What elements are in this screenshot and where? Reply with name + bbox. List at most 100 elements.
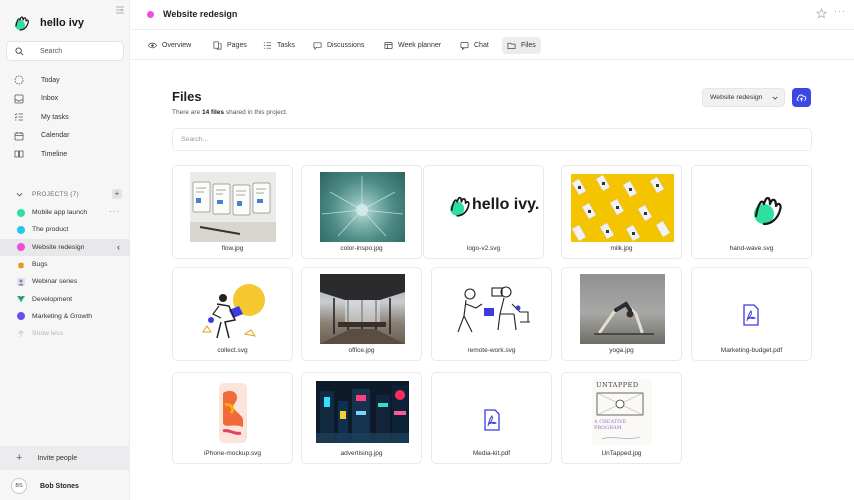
file-card-flow[interactable]: flow.jpg bbox=[172, 165, 293, 259]
show-less-toggle[interactable]: Show less bbox=[0, 325, 130, 342]
files-search-placeholder: Search... bbox=[181, 136, 209, 143]
file-card-media-kit[interactable]: Media-kit.pdf bbox=[431, 372, 552, 464]
sidebar-item-inbox[interactable]: Inbox bbox=[0, 90, 130, 109]
file-thumbnail: hello ivy. bbox=[432, 188, 542, 220]
tab-week-planner[interactable]: Week planner bbox=[379, 37, 446, 54]
file-card-milk[interactable]: milk.jpg bbox=[561, 165, 682, 259]
project-color-dot bbox=[17, 243, 25, 252]
project-label: Development bbox=[32, 295, 73, 303]
subtitle-prefix: There are bbox=[172, 109, 202, 116]
project-item-webinar-series[interactable]: Webinar series bbox=[0, 273, 130, 290]
file-card-untapped[interactable]: UNTAPPED A CREATIVE PROGRAM UnTapped.jpg bbox=[561, 372, 682, 464]
file-name: Marketing-budget.pdf bbox=[720, 347, 783, 354]
sidebar-search[interactable]: Search bbox=[6, 41, 124, 61]
tab-files[interactable]: Files bbox=[502, 37, 541, 54]
plus-icon: + bbox=[16, 451, 23, 464]
arrow-up-icon bbox=[18, 330, 24, 337]
sidebar-item-label: Timeline bbox=[41, 150, 68, 158]
file-thumbnail bbox=[457, 286, 530, 333]
project-header: Website redesign ··· bbox=[131, 0, 854, 30]
file-card-yoga[interactable]: yoga.jpg bbox=[561, 267, 682, 361]
tab-label: Tasks bbox=[277, 42, 295, 49]
file-name: UnTapped.jpg bbox=[601, 450, 642, 457]
invite-people-button[interactable]: + Invite people bbox=[0, 446, 130, 470]
sidebar: hello ivy Search Today Inbox My tasks Ca… bbox=[0, 0, 130, 500]
hand-wave-icon bbox=[754, 196, 782, 226]
file-card-remote-work[interactable]: remote-work.svg bbox=[431, 267, 552, 361]
star-icon[interactable] bbox=[816, 8, 827, 19]
app-window: hello ivy Search Today Inbox My tasks Ca… bbox=[0, 0, 854, 500]
invite-label: Invite people bbox=[37, 454, 78, 462]
collapse-sidebar-icon[interactable] bbox=[115, 5, 125, 15]
file-name: office.jpg bbox=[348, 347, 375, 354]
tab-tasks[interactable]: Tasks bbox=[258, 37, 300, 54]
project-item-bugs[interactable]: Bugs bbox=[0, 256, 130, 273]
project-color-dot bbox=[147, 11, 154, 18]
sidebar-item-timeline[interactable]: Timeline bbox=[0, 145, 130, 164]
file-card-iphone-mockup[interactable]: iPhone-mockup.svg bbox=[172, 372, 293, 464]
hand-logo-icon bbox=[450, 196, 470, 217]
hand-logo-icon bbox=[15, 16, 29, 31]
timeline-icon bbox=[14, 150, 24, 158]
tab-pages[interactable]: Pages bbox=[208, 37, 252, 54]
today-icon bbox=[14, 75, 24, 85]
sidebar-item-label: My tasks bbox=[41, 113, 69, 121]
project-item-the-product[interactable]: The product bbox=[0, 221, 130, 238]
project-item-website-redesign[interactable]: Website redesign ‹ bbox=[0, 238, 130, 256]
file-card-office[interactable]: office.jpg bbox=[301, 267, 422, 361]
sidebar-nav: Today Inbox My tasks Calendar Timeline bbox=[0, 71, 130, 164]
logo-wordmark: hello ivy. bbox=[472, 196, 540, 213]
tab-label: Overview bbox=[162, 42, 192, 49]
add-project-button[interactable]: + bbox=[112, 189, 122, 199]
tab-label: Pages bbox=[227, 42, 247, 49]
file-thumbnail bbox=[580, 274, 665, 344]
upload-button[interactable] bbox=[792, 88, 811, 107]
file-card-marketing-budget[interactable]: Marketing-budget.pdf bbox=[691, 267, 812, 361]
file-thumbnail bbox=[320, 274, 405, 344]
user-profile[interactable]: BS Bob Stones bbox=[0, 472, 130, 500]
tab-label: Discussions bbox=[327, 42, 365, 49]
more-options-icon[interactable]: ··· bbox=[109, 207, 120, 216]
file-card-collect[interactable]: collect.svg bbox=[172, 267, 293, 361]
eye-icon bbox=[148, 42, 157, 49]
project-item-mobile-app-launch[interactable]: Mobile app launch ··· bbox=[0, 204, 130, 221]
sketch-subtitle-text: A CREATIVE PROGRAM bbox=[594, 419, 627, 431]
file-card-color-inspo[interactable]: color-inspo.jpg bbox=[301, 165, 422, 259]
file-thumbnail bbox=[320, 172, 405, 242]
tab-chat[interactable]: Chat bbox=[455, 37, 494, 54]
files-search-input[interactable]: Search... bbox=[172, 128, 812, 151]
file-thumbnail bbox=[190, 172, 276, 242]
sidebar-item-calendar[interactable]: Calendar bbox=[0, 127, 130, 146]
project-label: Website redesign bbox=[32, 243, 85, 251]
tab-overview[interactable]: Overview bbox=[143, 37, 196, 54]
tab-discussions[interactable]: Discussions bbox=[308, 37, 369, 54]
project-label: Mobile app launch bbox=[32, 209, 88, 217]
user-name: Bob Stones bbox=[40, 482, 79, 490]
project-color-dot bbox=[17, 312, 25, 321]
file-card-advertising[interactable]: advertising.jpg bbox=[301, 372, 422, 464]
project-item-development[interactable]: Development bbox=[0, 290, 130, 307]
tab-label: Week planner bbox=[398, 42, 442, 49]
file-name: yoga.jpg bbox=[609, 347, 634, 354]
chevron-left-icon: ‹ bbox=[117, 241, 120, 252]
project-filter-select[interactable]: Website redesign bbox=[702, 88, 785, 107]
inbox-icon bbox=[14, 94, 24, 104]
file-card-logo-v2[interactable]: hello ivy. logo-v2.svg bbox=[423, 165, 544, 259]
project-list: Mobile app launch ··· The product Websit… bbox=[0, 204, 130, 342]
sidebar-item-label: Inbox bbox=[41, 95, 59, 103]
projects-header[interactable]: PROJECTS (7) + bbox=[0, 187, 130, 201]
show-less-label: Show less bbox=[32, 330, 63, 338]
chat-bubble-icon bbox=[313, 42, 322, 50]
project-item-marketing-growth[interactable]: Marketing & Growth bbox=[0, 308, 130, 325]
app-name: hello ivy bbox=[40, 17, 85, 29]
sidebar-item-today[interactable]: Today bbox=[0, 71, 130, 90]
file-card-hand-wave[interactable]: hand-wave.svg bbox=[691, 165, 812, 259]
search-icon bbox=[15, 46, 24, 55]
more-options-icon[interactable]: ··· bbox=[834, 6, 846, 16]
project-label: Marketing & Growth bbox=[32, 312, 93, 320]
files-title: Files bbox=[172, 89, 202, 104]
projects-header-label: PROJECTS (7) bbox=[32, 190, 79, 198]
sidebar-item-my-tasks[interactable]: My tasks bbox=[0, 108, 130, 127]
pdf-icon bbox=[743, 304, 759, 326]
app-logo[interactable]: hello ivy bbox=[12, 14, 84, 32]
